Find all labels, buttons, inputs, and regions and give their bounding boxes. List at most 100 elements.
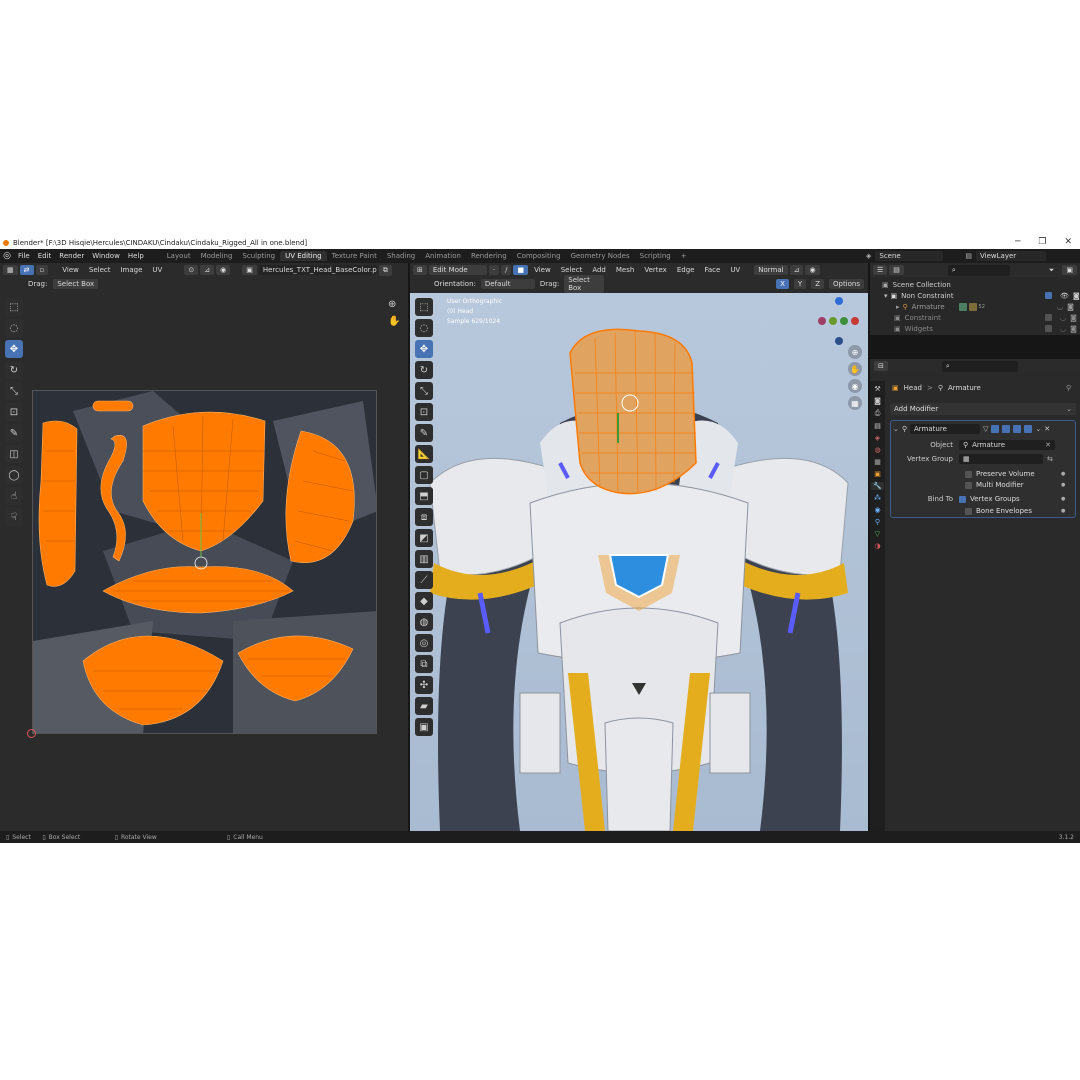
tab-texture-paint[interactable]: Texture Paint xyxy=(327,251,382,261)
vp-tweak-tool-icon[interactable]: ⬚ xyxy=(415,298,433,316)
pinch-tool-icon[interactable]: ☟ xyxy=(5,508,23,526)
viewport-menu-select[interactable]: Select xyxy=(557,266,587,274)
multi-modifier-row[interactable]: Multi Modifier ● xyxy=(965,479,1065,491)
menu-edit[interactable]: Edit xyxy=(34,252,56,260)
gizmo-y-axis-icon[interactable] xyxy=(829,317,837,325)
display-mode-icon[interactable]: ▤ xyxy=(889,265,904,275)
remove-modifier-icon[interactable]: ✕ xyxy=(1044,425,1050,433)
knife-tool-icon[interactable]: ⟋ xyxy=(415,571,433,589)
menu-window[interactable]: Window xyxy=(88,252,124,260)
edge-select-icon[interactable]: / xyxy=(501,265,512,275)
tab-sculpting[interactable]: Sculpting xyxy=(237,251,280,261)
viewport-snap-icon[interactable]: ⊿ xyxy=(789,265,804,275)
viewport-menu-mesh[interactable]: Mesh xyxy=(612,266,638,274)
clear-object-icon[interactable]: ✕ xyxy=(1045,441,1051,449)
keyframe-dot-icon[interactable]: ● xyxy=(1061,471,1065,477)
extrude-tool-icon[interactable]: ⬒ xyxy=(415,487,433,505)
uv-menu-view[interactable]: View xyxy=(58,266,83,274)
viewport-proportional-icon[interactable]: ◉ xyxy=(805,265,820,275)
image-browse-icon[interactable]: ▣ xyxy=(242,265,257,275)
inset-tool-icon[interactable]: ⧈ xyxy=(415,508,433,526)
scene-selector[interactable]: Scene xyxy=(875,251,944,261)
tab-material-icon[interactable]: ◑ xyxy=(874,542,880,550)
edit-mode-icon[interactable] xyxy=(1002,425,1011,433)
2d-cursor-icon[interactable] xyxy=(27,729,36,738)
maximize-button[interactable]: ❐ xyxy=(1038,237,1046,247)
tab-scripting[interactable]: Scripting xyxy=(635,251,676,261)
keyframe-dot-icon[interactable]: ● xyxy=(1061,496,1065,502)
uv-texture-canvas[interactable] xyxy=(32,390,377,734)
axis-z-toggle[interactable]: Z xyxy=(811,279,824,289)
add-modifier-button[interactable]: Add Modifier ⌄ xyxy=(890,403,1076,415)
tab-geometry-nodes[interactable]: Geometry Nodes xyxy=(566,251,635,261)
expand-arrow-icon[interactable]: ▾ xyxy=(884,292,888,300)
invert-icon[interactable]: ⇆ xyxy=(1047,455,1053,463)
rip-tool-icon[interactable]: ◫ xyxy=(5,445,23,463)
viewport-menu-face[interactable]: Face xyxy=(700,266,724,274)
bevel-tool-icon[interactable]: ◩ xyxy=(415,529,433,547)
gizmo-neg-y-icon[interactable] xyxy=(840,317,848,325)
close-button[interactable]: ✕ xyxy=(1064,237,1072,247)
outliner-item-non-constraint[interactable]: ▾ ▣ Non Constraint 👁 ◙ xyxy=(882,290,1080,301)
viewport-menu-edge[interactable]: Edge xyxy=(673,266,699,274)
visibility-eye-icon[interactable]: 👁 xyxy=(1060,292,1069,300)
render-camera-icon[interactable]: ◙ xyxy=(1073,292,1080,300)
ortho-toggle-icon[interactable]: ▦ xyxy=(848,396,862,410)
viewport-menu-view[interactable]: View xyxy=(530,266,555,274)
modifier-name-field[interactable]: Armature xyxy=(910,424,981,434)
tab-compositing[interactable]: Compositing xyxy=(512,251,566,261)
tweak-tool-icon[interactable]: ⬚ xyxy=(5,298,23,316)
tab-collection-icon[interactable]: ▦ xyxy=(874,458,881,466)
tab-output-icon[interactable]: ⎙ xyxy=(875,409,881,418)
render-icon[interactable] xyxy=(1024,425,1033,433)
uv-sync-icon[interactable]: ⇄ xyxy=(19,265,34,275)
viewport-menu-add[interactable]: Add xyxy=(588,266,610,274)
tab-shading[interactable]: Shading xyxy=(382,251,420,261)
tab-uv-editing[interactable]: UV Editing xyxy=(280,251,327,261)
viewport-zoom-icon[interactable]: ⊕ xyxy=(848,345,862,359)
properties-editor-type-icon[interactable]: ⊟ xyxy=(874,361,888,371)
vp-add-cube-tool-icon[interactable]: ▢ xyxy=(415,466,433,484)
viewport-drag-dropdown[interactable]: Select Box xyxy=(564,275,605,293)
exclude-checkbox[interactable] xyxy=(1045,324,1052,332)
vertex-groups-checkbox[interactable] xyxy=(959,495,966,503)
mode-dropdown[interactable]: Edit Mode xyxy=(428,265,487,275)
spin-tool-icon[interactable]: ◍ xyxy=(415,613,433,631)
poly-build-tool-icon[interactable]: ◆ xyxy=(415,592,433,610)
tab-physics-icon[interactable]: ◉ xyxy=(874,506,880,514)
outliner-item-constraint[interactable]: ▣ Constraint ◡ ◙ xyxy=(882,312,1080,323)
face-select-icon[interactable]: ■ xyxy=(513,265,529,275)
vp-annotate-tool-icon[interactable]: ✎ xyxy=(415,424,433,442)
gizmo-neg-z-icon[interactable] xyxy=(835,337,843,345)
add-workspace-button[interactable]: + xyxy=(676,251,692,261)
exclude-checkbox[interactable] xyxy=(1045,291,1052,299)
menu-render[interactable]: Render xyxy=(55,252,88,260)
outliner-item-widgets[interactable]: ▣ Widgets ◡ ◙ xyxy=(882,323,1080,334)
scale-tool-icon[interactable]: ⤡ xyxy=(5,382,23,400)
object-field[interactable]: ⚲ Armature ✕ xyxy=(959,440,1055,450)
select-circle-icon[interactable]: ◌ xyxy=(5,319,23,337)
edit-mode-cage-icon[interactable]: ▽ xyxy=(983,425,988,433)
orientation-dropdown[interactable]: Default xyxy=(480,279,535,289)
grab-tool-icon[interactable]: ◯ xyxy=(5,466,23,484)
uv-menu-image[interactable]: Image xyxy=(116,266,146,274)
tab-constraints-icon[interactable]: ⚲ xyxy=(875,518,880,526)
viewport-canvas[interactable]: User Orthographic (0) Head Sample 629/10… xyxy=(410,293,868,831)
options-dropdown[interactable]: Options xyxy=(828,279,864,289)
outliner-search-icon[interactable]: ⌕ xyxy=(947,264,1010,276)
tab-modifiers-icon[interactable]: 🔧 xyxy=(871,482,884,490)
pin-icon[interactable]: ⚲ xyxy=(1066,384,1071,392)
vertex-select-icon[interactable]: · xyxy=(488,265,500,275)
tab-object-icon[interactable]: ▣ xyxy=(874,470,881,478)
navigation-gizmo[interactable] xyxy=(818,297,862,345)
tab-tool-icon[interactable]: ⚒ xyxy=(874,385,880,393)
modifier-menu-icon[interactable]: ⌄ xyxy=(1035,425,1041,433)
vp-rotate-tool-icon[interactable]: ↻ xyxy=(415,361,433,379)
edge-slide-tool-icon[interactable]: ⧉ xyxy=(415,655,433,673)
axis-y-toggle[interactable]: Y xyxy=(793,279,807,289)
visibility-eye-icon[interactable]: ◡ xyxy=(1060,314,1066,322)
shading-normal-dropdown[interactable]: Normal xyxy=(754,265,788,275)
preserve-volume-checkbox[interactable] xyxy=(965,470,972,478)
visibility-eye-icon[interactable]: ◡ xyxy=(1057,303,1063,311)
tab-rendering[interactable]: Rendering xyxy=(466,251,512,261)
